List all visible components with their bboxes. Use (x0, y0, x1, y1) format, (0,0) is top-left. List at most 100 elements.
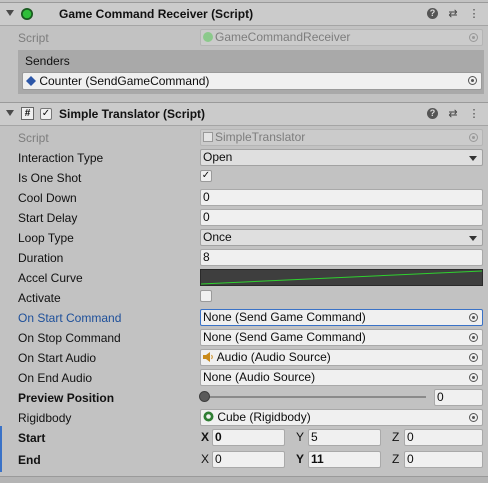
loop-type-label: Loop Type (18, 231, 74, 245)
loop-type-row: Loop Type Once (0, 228, 488, 248)
rigidbody-row: Rigidbody Cube (Rigidbody) (0, 408, 488, 428)
senders-header: Senders (25, 54, 70, 68)
interaction-type-dropdown[interactable]: Open (200, 149, 483, 166)
duration-label: Duration (18, 251, 64, 265)
rigidbody-icon (203, 411, 214, 422)
preset-icon[interactable]: ⇄ (447, 107, 459, 120)
sender-item[interactable]: Counter (SendGameCommand) (22, 72, 482, 90)
end-y-axis-label: Y (296, 452, 305, 466)
help-icon[interactable]: ? (427, 107, 438, 119)
on-end-audio-field[interactable]: None (Audio Source) (200, 369, 483, 386)
start-z-field[interactable]: 0 (404, 429, 483, 446)
loop-type-dropdown[interactable]: Once (200, 229, 483, 246)
accel-curve-line (201, 270, 482, 285)
script-component-icon (26, 76, 36, 86)
chevron-down-icon (469, 236, 477, 241)
translator-header[interactable]: # ✓ Simple Translator (Script) ? ⇄ ⋮ (0, 102, 488, 126)
is-one-shot-label: Is One Shot (18, 171, 82, 185)
script-file-icon (203, 32, 213, 42)
script-field: GameCommandReceiver (200, 29, 483, 46)
on-stop-command-row: On Stop Command None (Send Game Command) (0, 328, 488, 348)
script-field: SimpleTranslator (200, 129, 483, 146)
rigidbody-label: Rigidbody (18, 411, 72, 425)
is-one-shot-checkbox[interactable]: ✓ (200, 170, 212, 182)
script-hash-icon: # (21, 107, 34, 120)
start-y-axis-label: Y (296, 430, 305, 444)
object-picker-icon[interactable] (469, 333, 478, 342)
receiver-script-row: Script GameCommandReceiver (0, 28, 488, 48)
on-start-command-field[interactable]: None (Send Game Command) (200, 309, 483, 326)
end-z-field[interactable]: 0 (404, 451, 483, 468)
senders-list: Senders Counter (SendGameCommand) (18, 50, 484, 94)
object-picker-icon[interactable] (469, 353, 478, 362)
help-icon[interactable]: ? (427, 7, 438, 19)
object-picker-icon (469, 33, 478, 42)
script-label: Script (18, 131, 49, 145)
object-picker-icon[interactable] (469, 373, 478, 382)
start-delay-row: Start Delay 0 (0, 208, 488, 228)
script-label: Script (18, 31, 49, 45)
on-start-audio-row: On Start Audio Audio (Audio Source) (0, 348, 488, 368)
interaction-type-label: Interaction Type (18, 151, 104, 165)
preview-position-row: Preview Position 0 (0, 388, 488, 408)
object-picker-icon (469, 133, 478, 142)
start-row: Start X 0 Y 5 Z 0 (0, 428, 488, 448)
on-start-command-label: On Start Command (18, 311, 122, 325)
script-file-icon (203, 132, 213, 142)
receiver-header[interactable]: Game Command Receiver (Script) ? ⇄ ⋮ (0, 2, 488, 26)
translator-enabled-checkbox[interactable]: ✓ (40, 108, 52, 120)
start-label: Start (18, 431, 46, 445)
end-x-axis-label: X (201, 452, 210, 466)
translator-script-row: Script SimpleTranslator (0, 128, 488, 148)
translator-foldout-arrow[interactable] (6, 110, 14, 116)
duration-field[interactable]: 8 (200, 249, 483, 266)
accel-curve-label: Accel Curve (18, 271, 83, 285)
on-start-audio-field[interactable]: Audio (Audio Source) (200, 349, 483, 366)
preview-position-field[interactable]: 0 (434, 389, 483, 406)
start-x-field[interactable]: 0 (212, 429, 285, 446)
cool-down-row: Cool Down 0 (0, 188, 488, 208)
on-start-command-row: On Start Command None (Send Game Command… (0, 308, 488, 328)
is-one-shot-row: Is One Shot ✓ (0, 168, 488, 188)
start-delay-label: Start Delay (18, 211, 78, 225)
preview-position-slider-track[interactable] (204, 396, 426, 398)
on-end-audio-label: On End Audio (18, 371, 93, 385)
receiver-foldout-arrow[interactable] (6, 10, 14, 16)
accel-curve-field[interactable] (200, 269, 483, 286)
speaker-icon (203, 352, 213, 362)
object-picker-icon[interactable] (468, 76, 477, 85)
on-stop-command-label: On Stop Command (18, 331, 121, 345)
preview-position-label: Preview Position (18, 391, 115, 405)
translator-title: Simple Translator (Script) (59, 107, 206, 121)
start-delay-field[interactable]: 0 (200, 209, 483, 226)
activate-label: Activate (18, 291, 61, 305)
on-start-audio-label: On Start Audio (18, 351, 97, 365)
start-z-axis-label: Z (392, 430, 400, 444)
activate-checkbox[interactable] (200, 290, 212, 302)
object-picker-icon[interactable] (469, 413, 478, 422)
kebab-menu-icon[interactable]: ⋮ (468, 107, 480, 120)
on-end-audio-row: On End Audio None (Audio Source) (0, 368, 488, 388)
object-picker-icon[interactable] (469, 313, 478, 322)
duration-row: Duration 8 (0, 248, 488, 268)
start-y-field[interactable]: 5 (308, 429, 381, 446)
cool-down-field[interactable]: 0 (200, 189, 483, 206)
chevron-down-icon (469, 156, 477, 161)
preset-icon[interactable]: ⇄ (447, 7, 459, 20)
end-y-field[interactable]: 11 (308, 451, 381, 468)
cool-down-label: Cool Down (18, 191, 77, 205)
component-enabled-icon (21, 8, 33, 20)
end-label: End (18, 453, 41, 467)
rigidbody-field[interactable]: Cube (Rigidbody) (200, 409, 483, 426)
receiver-title: Game Command Receiver (Script) (59, 7, 254, 21)
end-row: End X 0 Y 11 Z 0 (0, 450, 488, 470)
start-x-axis-label: X (201, 430, 210, 444)
preview-position-slider-thumb[interactable] (199, 391, 210, 402)
on-stop-command-field[interactable]: None (Send Game Command) (200, 329, 483, 346)
kebab-menu-icon[interactable]: ⋮ (468, 7, 480, 20)
end-x-field[interactable]: 0 (212, 451, 285, 468)
end-z-axis-label: Z (392, 452, 400, 466)
interaction-type-row: Interaction Type Open (0, 148, 488, 168)
accel-curve-row: Accel Curve (0, 268, 488, 288)
activate-row: Activate (0, 288, 488, 308)
